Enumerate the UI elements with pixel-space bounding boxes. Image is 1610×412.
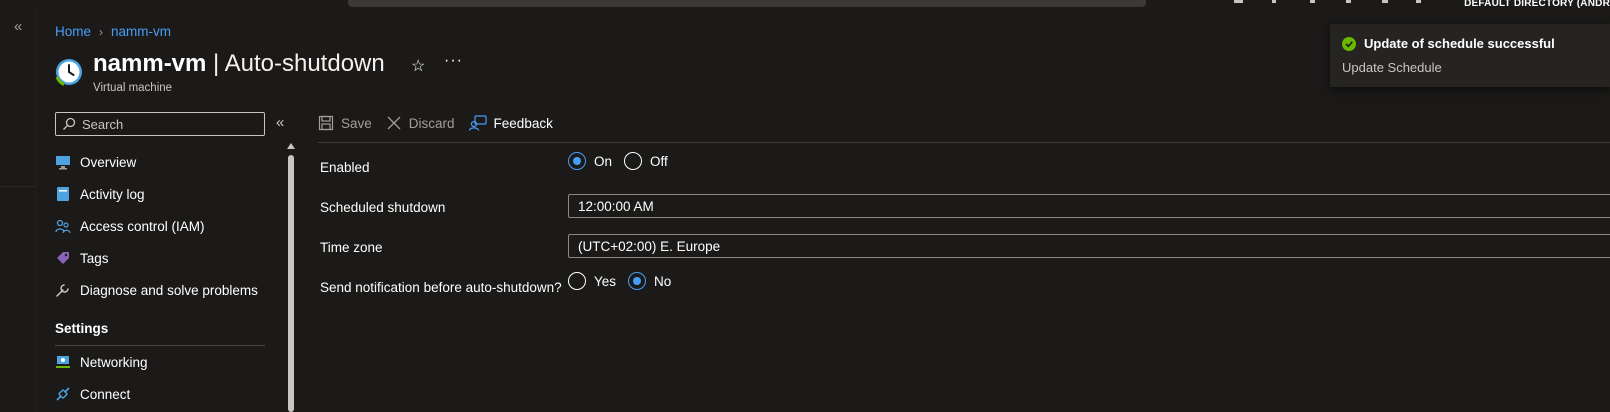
resource-name: namm-vm bbox=[93, 50, 207, 77]
feedback-button[interactable]: Feedback bbox=[468, 115, 553, 131]
radio-label: On bbox=[594, 153, 613, 169]
directory-label[interactable]: DEFAULT DIRECTORY (ANDR bbox=[1464, 0, 1610, 9]
notification-radio-group: Yes No bbox=[568, 272, 671, 290]
scheduled-shutdown-field[interactable]: 12:00:00 AM bbox=[568, 194, 1610, 218]
breadcrumb: Home › namm-vm bbox=[55, 24, 171, 39]
scrollbar-thumb[interactable] bbox=[288, 155, 294, 412]
success-toast[interactable]: Update of schedule successful Update Sch… bbox=[1330, 24, 1610, 87]
page-name: Auto-shutdown bbox=[224, 50, 385, 77]
sidebar-item-overview[interactable]: Overview bbox=[55, 146, 265, 178]
collapse-menu-icon[interactable]: « bbox=[276, 114, 284, 131]
sidebar-item-connect[interactable]: Connect bbox=[55, 378, 265, 410]
notifications-icon[interactable] bbox=[1310, 0, 1315, 3]
save-label: Save bbox=[341, 115, 372, 131]
monitor-icon bbox=[55, 154, 71, 170]
wrench-icon bbox=[55, 282, 71, 298]
time-zone-select[interactable]: (UTC+02:00) E. Europe bbox=[568, 234, 1610, 258]
scheduled-shutdown-label: Scheduled shutdown bbox=[320, 200, 446, 215]
enabled-label: Enabled bbox=[320, 160, 370, 175]
notification-no-radio[interactable]: No bbox=[628, 272, 671, 290]
success-check-icon bbox=[1342, 37, 1356, 51]
feedback-icon bbox=[468, 115, 487, 131]
menu-search-box[interactable] bbox=[55, 112, 265, 136]
help-icon[interactable] bbox=[1382, 0, 1388, 3]
notification-label: Send notification before auto-shutdown? bbox=[320, 280, 562, 295]
rail-divider bbox=[0, 186, 36, 187]
sidebar-item-label: Diagnose and solve problems bbox=[80, 282, 258, 298]
feedback-top-icon[interactable] bbox=[1416, 0, 1421, 3]
radio-circle[interactable] bbox=[568, 272, 586, 290]
sidebar-item-networking[interactable]: Networking bbox=[55, 346, 265, 378]
save-icon bbox=[318, 115, 334, 131]
radio-label: Off bbox=[650, 153, 668, 169]
breadcrumb-vm[interactable]: namm-vm bbox=[111, 24, 171, 39]
radio-label: Yes bbox=[594, 273, 617, 289]
settings-section-title: Settings bbox=[55, 321, 109, 336]
toast-message: Update Schedule bbox=[1342, 60, 1442, 75]
sidebar-nav: Overview Activity log Access control (IA… bbox=[55, 146, 265, 306]
menu-search-input[interactable] bbox=[82, 116, 252, 132]
top-bar: DEFAULT DIRECTORY (ANDR bbox=[0, 0, 1610, 9]
time-zone-label: Time zone bbox=[320, 240, 383, 255]
discard-button[interactable]: Discard bbox=[386, 115, 455, 131]
favorite-star-icon[interactable]: ☆ bbox=[411, 56, 425, 76]
page-title: namm-vm | Auto-shutdown bbox=[93, 50, 385, 78]
enabled-on-radio[interactable]: On bbox=[568, 152, 612, 170]
save-button[interactable]: Save bbox=[318, 115, 372, 131]
global-search-bar[interactable] bbox=[348, 0, 1146, 7]
breadcrumb-separator: › bbox=[99, 24, 104, 39]
breadcrumb-home[interactable]: Home bbox=[55, 24, 91, 39]
sidebar-item-label: Activity log bbox=[80, 186, 145, 202]
people-icon bbox=[55, 218, 71, 234]
portal-menu-rail: « bbox=[0, 8, 36, 412]
radio-circle[interactable] bbox=[568, 152, 586, 170]
feedback-label: Feedback bbox=[493, 115, 553, 131]
sidebar-item-label: Connect bbox=[80, 386, 131, 402]
settings-nav: Networking Connect bbox=[55, 346, 265, 410]
clock-icon bbox=[55, 59, 82, 86]
notification-yes-radio[interactable]: Yes bbox=[568, 272, 616, 290]
sidebar-item-diagnose[interactable]: Diagnose and solve problems bbox=[55, 274, 265, 306]
scroll-up-icon[interactable] bbox=[287, 143, 295, 149]
radio-circle[interactable] bbox=[624, 152, 643, 170]
sidebar-item-label: Tags bbox=[80, 250, 109, 266]
top-bar-icons bbox=[1232, 0, 1432, 4]
title-separator: | bbox=[206, 50, 225, 77]
close-icon bbox=[387, 116, 401, 130]
enabled-off-radio[interactable]: Off bbox=[624, 152, 668, 170]
directory-icon[interactable] bbox=[1272, 0, 1276, 3]
expand-menu-icon[interactable]: « bbox=[14, 18, 22, 35]
enabled-radio-group: On Off bbox=[568, 152, 668, 170]
sidebar-item-access-control[interactable]: Access control (IAM) bbox=[55, 210, 265, 242]
settings-icon[interactable] bbox=[1346, 0, 1351, 3]
command-bar-divider bbox=[318, 142, 1610, 143]
search-icon bbox=[63, 117, 76, 130]
command-bar: Save Discard Feedback bbox=[318, 110, 553, 136]
sidebar-scrollbar[interactable] bbox=[286, 143, 296, 412]
sidebar-item-label: Access control (IAM) bbox=[80, 218, 205, 234]
discard-label: Discard bbox=[408, 115, 455, 131]
more-options-icon[interactable]: ··· bbox=[444, 52, 463, 70]
radio-label: No bbox=[654, 273, 672, 289]
toast-title: Update of schedule successful bbox=[1364, 36, 1555, 51]
connect-icon bbox=[55, 386, 71, 402]
sidebar-item-tags[interactable]: Tags bbox=[55, 242, 265, 274]
cloud-shell-icon[interactable] bbox=[1234, 0, 1243, 3]
sidebar-item-label: Networking bbox=[80, 354, 148, 370]
sidebar-item-label: Overview bbox=[80, 154, 137, 170]
activity-log-icon bbox=[55, 186, 71, 202]
radio-circle[interactable] bbox=[628, 272, 647, 290]
networking-icon bbox=[55, 354, 71, 370]
resource-type: Virtual machine bbox=[93, 82, 173, 94]
tag-icon bbox=[55, 250, 71, 266]
sidebar-item-activity-log[interactable]: Activity log bbox=[55, 178, 265, 210]
